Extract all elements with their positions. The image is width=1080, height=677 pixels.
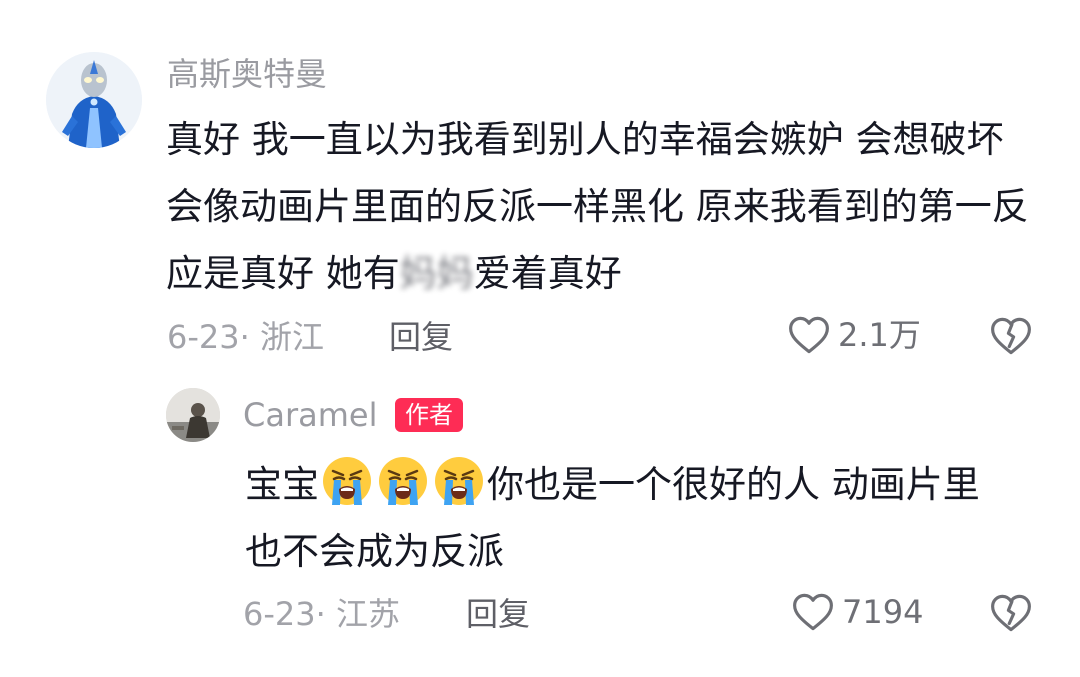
comment-text-blurred: 妈妈 <box>399 252 474 295</box>
reply-button[interactable]: 回复 <box>466 594 530 634</box>
comment-item: 高斯奥特曼 真好 我一直以为我看到别人的幸福会嫉妒 会想破坏 会像动画片里面的反… <box>0 0 1080 380</box>
reply-date-location: 6-23· 江苏 <box>243 595 400 633</box>
reply-text: 宝宝 你也是一个很好的人 动画片里也不会成为反派 <box>245 451 1015 585</box>
dislike-button[interactable] <box>990 593 1032 637</box>
loudly-crying-face-icon <box>377 455 429 507</box>
like-count: 7194 <box>842 593 924 631</box>
like-button[interactable]: 7194 <box>792 592 923 632</box>
like-count: 2.1万 <box>838 316 921 354</box>
broken-heart-icon <box>991 594 1031 632</box>
loudly-crying-face-icon <box>321 455 373 507</box>
reply-item: Caramel 作者 宝宝 你也是一个很好的人 动画片里也不会成为反派 6-23·… <box>0 380 1080 677</box>
author-badge: 作者 <box>395 398 463 432</box>
heart-outline-icon <box>793 593 833 631</box>
comment-date-location: 6-23· 浙江 <box>167 318 324 356</box>
comment-username[interactable]: 高斯奥特曼 <box>167 54 327 94</box>
like-button[interactable]: 2.1万 <box>788 315 921 355</box>
ultraman-avatar-icon <box>46 52 142 148</box>
avatar[interactable] <box>46 52 142 148</box>
dislike-button[interactable] <box>990 316 1032 360</box>
reply-button[interactable]: 回复 <box>389 317 453 357</box>
avatar[interactable] <box>166 388 220 442</box>
reply-username[interactable]: Caramel <box>243 395 377 435</box>
reply-text-prefix: 宝宝 <box>245 463 319 506</box>
broken-heart-icon <box>991 317 1031 355</box>
person-photo-avatar-icon <box>166 388 220 442</box>
heart-outline-icon <box>789 316 829 354</box>
comment-text: 真好 我一直以为我看到别人的幸福会嫉妒 会想破坏 会像动画片里面的反派一样黑化 … <box>166 106 1046 307</box>
comment-text-end: 爱着真好 <box>473 252 622 295</box>
loudly-crying-face-icon <box>433 455 485 507</box>
